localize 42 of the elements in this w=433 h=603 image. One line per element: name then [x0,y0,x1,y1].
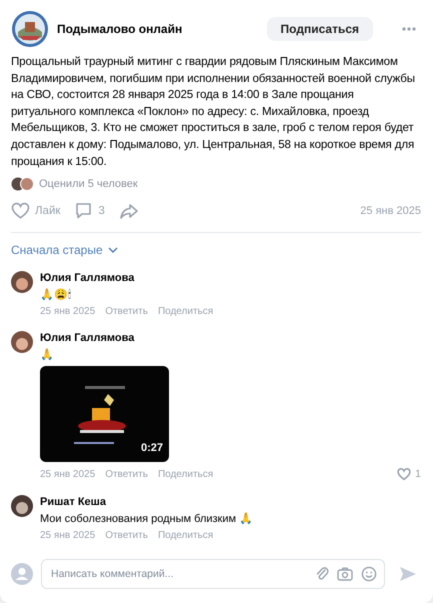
user-avatar [11,563,33,586]
comment-date: 25 янв 2025 [40,468,96,480]
group-logo [11,10,49,48]
like-button[interactable]: Лайк [11,201,60,220]
camera-icon[interactable] [337,567,353,582]
more-icon[interactable] [401,26,417,32]
share-link[interactable]: Поделиться [158,468,214,480]
heart-icon[interactable] [397,467,412,482]
send-icon[interactable] [399,566,417,582]
comment-field[interactable]: Написать комментарий... [41,559,385,590]
emoji-icon[interactable] [361,566,377,582]
video-duration: 0:27 [140,442,163,454]
comment-icon [74,201,94,220]
comments-button[interactable]: 3 [74,201,105,220]
user-avatar[interactable] [11,495,33,518]
share-link[interactable]: Поделиться [158,306,214,318]
comment-text: 🙏😩🕯 [40,288,72,302]
post-date: 25 янв 2025 [360,204,421,217]
comment-author[interactable]: Юлия Галлямова [40,272,421,284]
comment-text: Мои соболезнования родным близким 🙏 [40,512,254,526]
comment-author[interactable]: Ришат Кеша [40,496,421,508]
comment-date: 25 янв 2025 [40,306,96,318]
comment-like-button[interactable]: 1 [397,467,421,482]
likers-text[interactable]: Оценили 5 человек [39,178,138,190]
reply-link[interactable]: Ответить [105,530,148,542]
liker-avatars-icon [11,177,35,192]
comment-date: 25 янв 2025 [40,530,96,542]
reply-link[interactable]: Ответить [105,306,148,318]
chevron-down-icon [108,247,118,254]
reply-link[interactable]: Ответить [105,468,148,480]
heart-icon[interactable] [11,201,30,220]
comment-text: 🙏 [40,348,55,362]
share-icon[interactable] [118,202,139,220]
sort-dropdown[interactable]: Сначала старые [11,243,118,258]
paperclip-icon[interactable] [315,566,329,582]
subscribe-button[interactable]: Подписаться [266,17,373,41]
user-avatar[interactable] [11,331,33,354]
post-text: Прощальный траурный митинг с гвардии рядовым Пляскиным Максимом Владимировичем, погибшим при исполнении обязанностей военной службы на СВО, состоится 28 января 2025 года в 14:00 в Зале прощания ритуального комплекса «Поклон» по адресу: с. Михайловка, проезд Мебельщиков, 3. Кто не сможет проститься в зале, гроб с телом героя будет доставлен к дому: Подымалово, ул. Центральная, 58 на короткое время для прощания к 15:00. [11,54,416,170]
group-name[interactable]: Подымалово онлайн [57,22,259,36]
user-avatar[interactable] [11,271,33,294]
comment-author[interactable]: Юлия Галлямова [40,332,421,344]
share-link[interactable]: Поделиться [158,530,214,542]
